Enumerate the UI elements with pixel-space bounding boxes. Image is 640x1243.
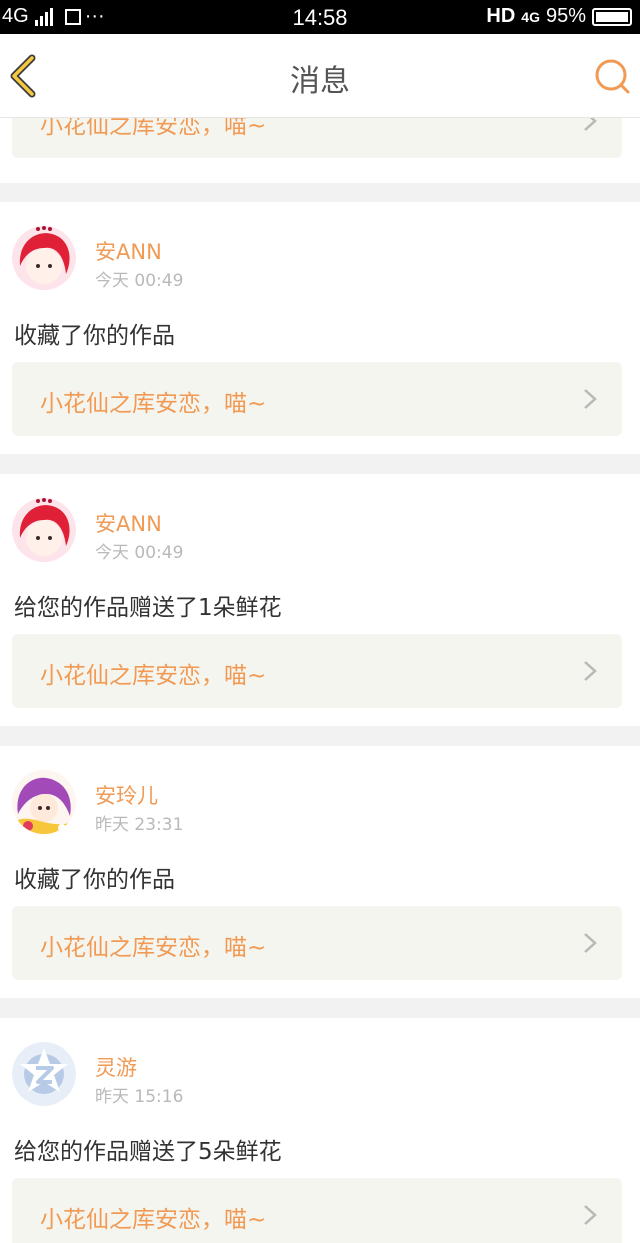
- status-bar: 4G ··· 14:58 HD 4G 95%: [0, 0, 640, 34]
- avatar[interactable]: [12, 226, 76, 290]
- list-item: 安玲儿 昨天 23:31 收藏了你的作品 小花仙之库安恋，喵~: [0, 746, 640, 998]
- chevron-right-icon: [584, 933, 597, 953]
- work-link-text: 小花仙之库安恋，喵~: [40, 935, 267, 961]
- message-time: 今天 00:49: [95, 543, 184, 563]
- work-link[interactable]: 小花仙之库安恋，喵~: [12, 906, 622, 980]
- work-link-text: 小花仙之库安恋，喵~: [40, 391, 267, 417]
- nav-bar: 消息: [0, 34, 640, 118]
- work-link[interactable]: 小花仙之库安恋，喵~: [12, 118, 622, 158]
- avatar[interactable]: [12, 498, 76, 562]
- chevron-right-icon: [584, 118, 597, 131]
- list-item: 安ANN 今天 00:49 给您的作品赠送了1朵鲜花 小花仙之库安恋，喵~: [0, 474, 640, 726]
- hd-label: HD: [486, 5, 516, 27]
- work-link-text: 小花仙之库安恋，喵~: [40, 1207, 267, 1233]
- page-title: 消息: [290, 64, 350, 99]
- message-text: 给您的作品赠送了1朵鲜花: [14, 595, 282, 621]
- network2-label: 4G: [521, 8, 540, 25]
- message-time: 今天 00:49: [95, 271, 184, 291]
- message-text: 收藏了你的作品: [14, 867, 175, 893]
- user-name[interactable]: 安ANN: [95, 508, 162, 538]
- work-link-text: 小花仙之库安恋，喵~: [40, 118, 267, 139]
- avatar[interactable]: [12, 1042, 76, 1106]
- search-icon[interactable]: [592, 56, 632, 96]
- status-right: HD 4G 95%: [486, 5, 632, 28]
- work-link-text: 小花仙之库安恋，喵~: [40, 663, 267, 689]
- work-link[interactable]: 小花仙之库安恋，喵~: [12, 362, 622, 436]
- message-text: 给您的作品赠送了5朵鲜花: [14, 1139, 282, 1165]
- chevron-right-icon: [584, 389, 597, 409]
- user-name[interactable]: 安ANN: [95, 236, 162, 266]
- message-list[interactable]: 小花仙之库安恋，喵~ 安ANN 今天 00:49 收藏了你的作品 小花仙之库安恋…: [0, 118, 640, 1243]
- message-text: 收藏了你的作品: [14, 323, 175, 349]
- chevron-right-icon: [584, 661, 597, 681]
- list-item: 灵游 昨天 15:16 给您的作品赠送了5朵鲜花 小花仙之库安恋，喵~: [0, 1018, 640, 1243]
- battery-percent: 95%: [545, 5, 586, 27]
- user-name[interactable]: 灵游: [95, 1052, 137, 1082]
- user-name[interactable]: 安玲儿: [95, 780, 158, 810]
- list-item: 安ANN 今天 00:49 收藏了你的作品 小花仙之库安恋，喵~: [0, 202, 640, 454]
- work-link[interactable]: 小花仙之库安恋，喵~: [12, 1178, 622, 1243]
- avatar[interactable]: [12, 770, 76, 834]
- list-item: 小花仙之库安恋，喵~: [0, 118, 640, 183]
- chevron-right-icon: [584, 1205, 597, 1225]
- message-time: 昨天 15:16: [95, 1087, 184, 1107]
- work-link[interactable]: 小花仙之库安恋，喵~: [12, 634, 622, 708]
- message-time: 昨天 23:31: [95, 815, 184, 835]
- battery-icon: [592, 7, 632, 26]
